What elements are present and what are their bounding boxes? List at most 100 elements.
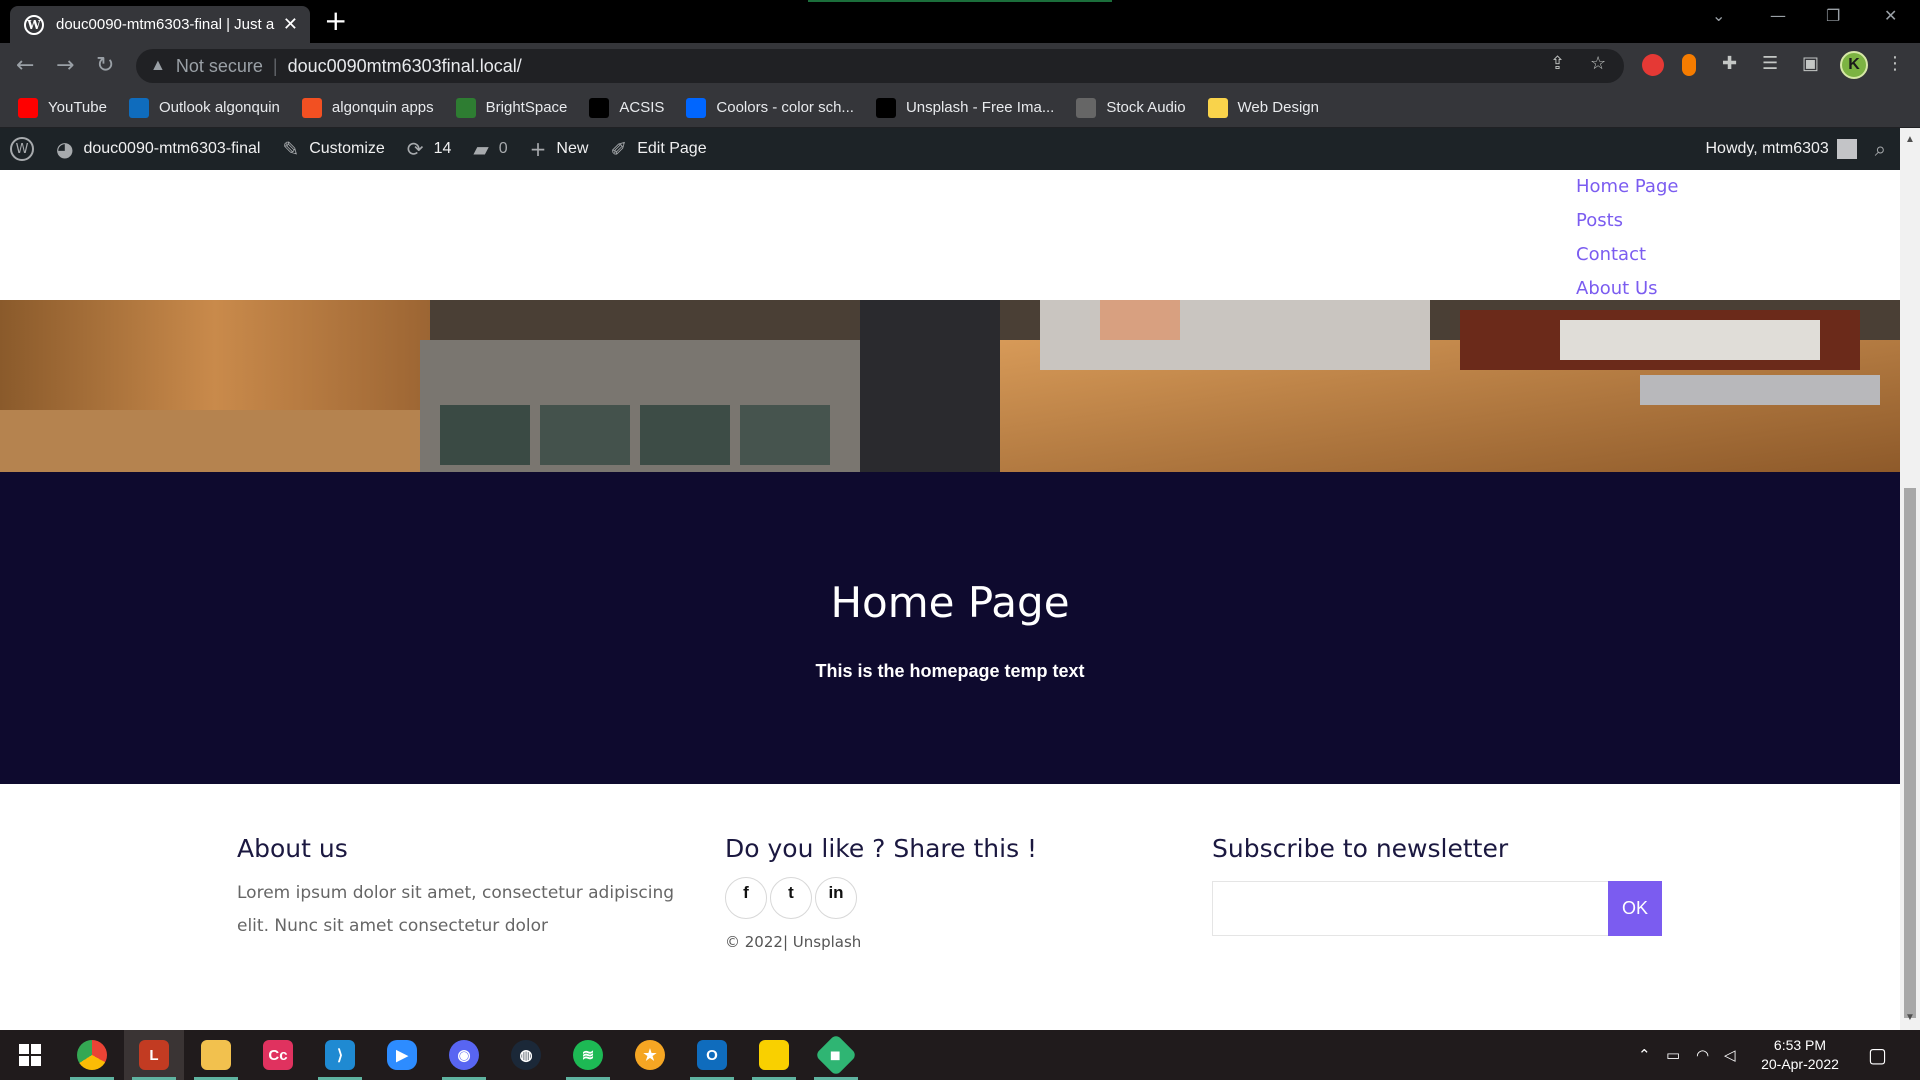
brush-icon: ✎	[282, 137, 300, 161]
browser-toolbar: ← → ↻ ▲ Not secure | douc0090mtm6303fina…	[0, 43, 1920, 88]
creative-cloud-icon[interactable]: Cc	[248, 1030, 308, 1080]
nav-item-home[interactable]: Home Page	[1576, 170, 1678, 204]
linkedin-icon[interactable]: in	[815, 877, 857, 919]
bookmark-label: YouTube	[48, 99, 107, 116]
bookmark-item[interactable]: Coolors - color sch...	[686, 97, 854, 118]
footer-share: Do you like ? Share this ! f t in © 2022…	[725, 834, 1037, 951]
page-title: Home Page	[830, 578, 1070, 627]
close-window-button[interactable]: ✕	[1884, 6, 1897, 25]
outlook-taskbar-icon[interactable]: O	[682, 1030, 742, 1080]
share-heading: Do you like ? Share this !	[725, 834, 1038, 863]
bookmark-item[interactable]: Stock Audio	[1076, 97, 1186, 118]
admin-site-name: douc0090-mtm6303-final	[83, 140, 261, 157]
forward-arrow-icon[interactable]: →	[56, 53, 74, 78]
notifications-icon[interactable]: ▢	[1868, 1030, 1887, 1080]
bookmark-item[interactable]: YouTube	[18, 97, 107, 118]
site-header: Home Page Posts Contact About Us	[0, 170, 1900, 300]
wordpress-favicon-icon: W	[24, 14, 44, 35]
tab-search-icon[interactable]: ⌄	[1712, 6, 1725, 25]
clock-time: 6:53 PM	[1773, 1037, 1827, 1053]
bookmark-item[interactable]: Outlook algonquin	[128, 97, 280, 118]
tab-close-icon[interactable]: ✕	[283, 14, 298, 35]
media-controls-icon[interactable]: ☰	[1762, 53, 1778, 74]
volume-icon[interactable]: ◁	[1724, 1030, 1736, 1080]
minimize-button[interactable]: —	[1770, 6, 1786, 25]
badge-app-icon[interactable]: ★	[620, 1030, 680, 1080]
browser-tab-active[interactable]: W douc0090-mtm6303-final | Just a ✕	[10, 6, 310, 43]
edit-page-label: Edit Page	[637, 140, 707, 157]
comment-icon: ▰	[473, 137, 489, 161]
extension-icon[interactable]	[1682, 54, 1696, 76]
stock-audio-icon	[1076, 97, 1097, 118]
facebook-icon[interactable]: f	[725, 877, 767, 919]
page-scrollbar[interactable]: ▲ ▼	[1900, 128, 1920, 1030]
nav-item-posts[interactable]: Posts	[1576, 204, 1678, 238]
unsplash-icon	[875, 97, 896, 118]
loading-indicator	[808, 0, 1112, 2]
bookmark-label: Web Design	[1237, 99, 1319, 116]
battery-icon[interactable]: ▭	[1666, 1030, 1680, 1080]
tab-title: douc0090-mtm6303-final | Just a	[56, 16, 275, 33]
tray-overflow-icon[interactable]: ⌃	[1638, 1030, 1651, 1080]
bookmark-star-icon[interactable]: ☆	[1590, 53, 1606, 74]
nav-item-contact[interactable]: Contact	[1576, 238, 1678, 272]
wp-logo-icon[interactable]: W	[10, 137, 34, 161]
address-bar[interactable]: ▲ Not secure | douc0090mtm6303final.loca…	[136, 49, 1624, 83]
sticky-notes-icon[interactable]	[744, 1030, 804, 1080]
updates-link[interactable]: ⟳ 14	[407, 137, 452, 161]
zoom-icon[interactable]: ▶	[372, 1030, 432, 1080]
footer-newsletter: Subscribe to newsletter OK	[1212, 834, 1662, 936]
restore-button[interactable]: ❐	[1826, 6, 1840, 25]
newsletter-email-input[interactable]	[1212, 881, 1608, 936]
bookmark-item[interactable]: Web Design	[1207, 97, 1319, 118]
admin-site-link[interactable]: ◕ douc0090-mtm6303-final	[56, 137, 260, 161]
bookmark-item[interactable]: algonquin apps	[301, 97, 434, 118]
search-icon[interactable]: ⌕	[1875, 137, 1886, 161]
spotify-icon[interactable]: ≋	[558, 1030, 618, 1080]
wp-admin-bar: W ◕ douc0090-mtm6303-final ✎ Customize ⟳…	[0, 128, 1900, 170]
scroll-down-arrow-icon[interactable]: ▼	[1905, 1012, 1915, 1023]
puzzle-extensions-icon[interactable]: ✚	[1722, 53, 1737, 74]
browser-tab-strip: W douc0090-mtm6303-final | Just a ✕ + ⌄ …	[0, 0, 1920, 43]
scrollbar-thumb[interactable]	[1904, 488, 1916, 1018]
chrome-taskbar-icon[interactable]	[62, 1030, 122, 1080]
side-panel-icon[interactable]: ▣	[1802, 53, 1819, 74]
updates-icon: ⟳	[406, 137, 424, 161]
user-avatar[interactable]	[1836, 139, 1857, 159]
adblock-extension-icon[interactable]	[1642, 54, 1664, 76]
green-app-icon[interactable]: ◆	[806, 1030, 866, 1080]
page-banner: Home Page This is the homepage temp text	[0, 472, 1900, 784]
address-separator: |	[272, 55, 278, 76]
bookmark-item[interactable]: Unsplash - Free Ima...	[875, 97, 1054, 118]
windows-start-icon[interactable]	[0, 1030, 60, 1080]
taskbar-clock[interactable]: 6:53 PM 20-Apr-2022	[1740, 1036, 1860, 1074]
steam-icon[interactable]: ◍	[496, 1030, 556, 1080]
customize-link[interactable]: ✎ Customize	[282, 137, 384, 161]
local-wp-taskbar-icon[interactable]: L	[124, 1030, 184, 1080]
bookmarks-bar: YouTube Outlook algonquin algonquin apps Br…	[0, 88, 1920, 128]
chrome-menu-icon[interactable]: ⋮	[1886, 53, 1904, 74]
about-text: Lorem ipsum dolor sit amet, consectetur …	[237, 883, 675, 936]
bookmark-item[interactable]: ACSIS	[589, 97, 664, 118]
wifi-icon[interactable]: ◠	[1696, 1030, 1709, 1080]
windows-taskbar: L Cc ⟩ ▶ ◉ ◍ ≋ ★ O ◆ ⌃ ▭ ◠ ◁ 6:53 PM 20-…	[0, 1030, 1920, 1080]
newsletter-submit-button[interactable]: OK	[1608, 881, 1662, 936]
new-content-link[interactable]: + New	[530, 137, 589, 161]
comments-link[interactable]: ▰ 0	[473, 137, 507, 161]
scroll-up-arrow-icon[interactable]: ▲	[1905, 134, 1915, 145]
edit-page-link[interactable]: ✐ Edit Page	[610, 137, 706, 161]
bookmark-item[interactable]: BrightSpace	[455, 97, 567, 118]
microsoft-icon	[301, 97, 322, 118]
discord-icon[interactable]: ◉	[434, 1030, 494, 1080]
bookmark-label: algonquin apps	[331, 99, 434, 116]
vscode-icon[interactable]: ⟩	[310, 1030, 370, 1080]
file-explorer-icon[interactable]	[186, 1030, 246, 1080]
profile-avatar[interactable]: K	[1840, 51, 1868, 79]
new-tab-button[interactable]: +	[324, 6, 347, 36]
twitter-icon[interactable]: t	[770, 877, 812, 919]
coolors-icon	[686, 97, 707, 118]
back-arrow-icon[interactable]: ←	[16, 53, 34, 78]
share-icon[interactable]: ⇪	[1550, 53, 1565, 74]
howdy-account-link[interactable]: Howdy, mtm6303	[1705, 140, 1828, 158]
reload-icon[interactable]: ↻	[96, 53, 114, 78]
